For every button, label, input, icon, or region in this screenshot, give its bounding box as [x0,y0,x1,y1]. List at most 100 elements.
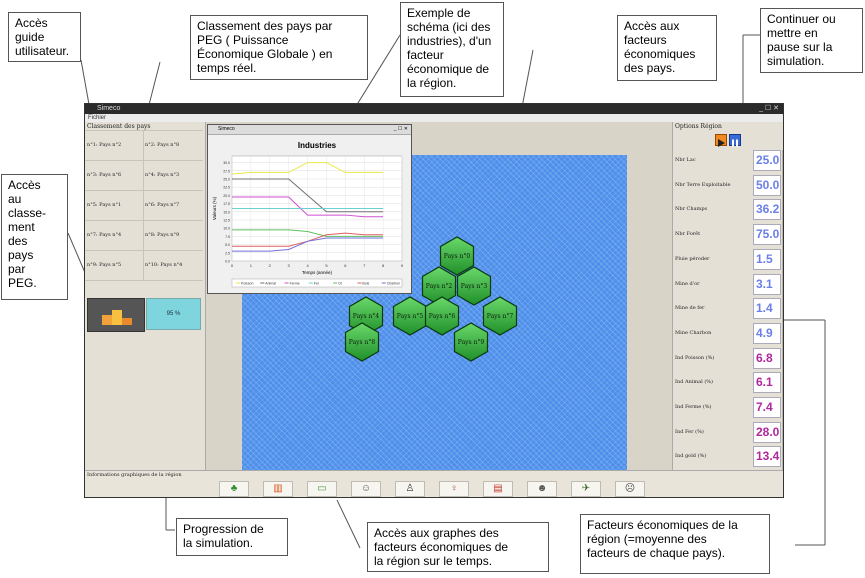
factor-row: Ind Animal (%) 6.1 [673,371,783,395]
factor-label: Ind gold (%) [675,453,707,460]
industries-line-chart: Industries0.02.55.07.510.012.515.017.520… [212,141,404,288]
country-label: Pays n°2 [426,283,453,290]
industries-chart-window[interactable]: Simeco _ ☐ ✕ Industries 0.0 2.5 5.0 7.5 10.0 1… [207,124,412,294]
chart-ytick-label: 15.0 [223,210,230,214]
app-window: Simeco _ ☐ ✕ Fichier Classement des pays… [84,103,784,498]
factor-label: Pluie péroder [675,255,710,262]
ranking-divider [85,250,203,251]
factor-value: 25.0 [753,150,781,171]
graph-button[interactable]: ▥ [263,481,293,497]
factor-row: Ind gold (%) 13.4 [673,445,783,469]
tree-icon: ♣ [230,483,238,494]
ranking-item: n°5: Pays n°1 [87,202,122,208]
graph-button[interactable]: ▤ [483,481,513,497]
country-label: Pays n°8 [349,339,376,346]
factor-row: Nbr Lac 25.0 [673,149,783,173]
factors-panel: Options Région Nbr Lac 25.0 Nbr Terre Expl… [672,122,783,470]
chart-ytick-label: 7.5 [225,235,230,239]
chart-xtick-label: 9 [401,263,404,268]
menu-file[interactable]: Fichier [85,115,106,121]
factors-scrollbar[interactable] [782,150,783,470]
callout-facteurs-region: Facteurs économiques de la région (=moye… [580,514,770,574]
chart-ytick-label: 25.0 [223,177,230,181]
country-label: Pays n°7 [487,313,514,320]
ranking-divider [143,130,144,280]
helicopter-icon: ✈ [581,483,591,494]
chart-xtick-label: 3 [288,263,291,268]
graph-button[interactable]: ✈ [571,481,601,497]
chart-xtick-label: 7 [363,263,366,268]
graph-button[interactable]: ♙ [395,481,425,497]
factor-label: Ind Animal (%) [675,379,713,386]
factor-value: 7.4 [753,397,781,418]
graph-button[interactable]: ☺ [351,481,381,497]
pause-icon [732,139,738,147]
factor-row: Mine Charbon 4.9 [673,322,783,346]
ranking-panel: Classement des pays n°1: Pays n°2 n°2: Pa… [85,122,206,470]
window-controls[interactable]: _ ☐ ✕ [759,104,779,114]
play-button[interactable] [715,134,727,147]
ranking-divider [85,280,203,281]
family-icon: ♙ [405,483,415,494]
graph-button[interactable]: ♀ [439,481,469,497]
factor-label: Nbr Forêt [675,231,701,238]
chart-legend-label: Bois [362,282,369,286]
face-icon: ☹ [624,483,636,494]
factor-value: 6.8 [753,347,781,369]
ranking-item: n°9: Pays n°5 [87,262,122,268]
factor-label: Mine d'or [675,280,700,287]
people-icon: ☺ [360,483,372,494]
country-label: Pays n°5 [397,313,424,320]
play-icon [718,139,725,147]
chart-ytick-label: 12.5 [223,218,230,222]
chart-ytick-label: 5.0 [225,243,230,247]
ranking-item: n°10: Pays n°4 [145,262,183,268]
callout-acces-facteurs: Accès aux facteurs économiques des pays. [617,15,717,81]
chart-ylabel: Valeurs (%) [212,196,217,220]
bottom-toolbar: Informations graphiques de la région ♣ ▥ ▭… [85,470,783,497]
chart-legend-label: Charbon [387,282,400,286]
window-titlebar: Simeco _ ☐ ✕ [85,104,783,114]
graph-button[interactable]: ♣ [219,481,249,497]
pause-button[interactable] [729,134,741,147]
factor-row: Ind Fer (%) 28.0 [673,421,783,445]
factor-value: 36.2 [753,199,781,221]
menu-bar: Fichier [85,114,783,122]
factory-icon: ▥ [273,483,283,494]
bottom-info-label: Informations graphiques de la région [87,472,182,478]
ranking-button[interactable] [87,298,145,332]
country-label: Pays n°3 [461,283,488,290]
podium-icon [102,310,132,325]
callout-progression: Progression de la simulation. [176,518,288,556]
money-icon: ▭ [317,483,327,494]
chart-xtick-label: 0 [231,263,234,268]
ranking-item: n°4: Pays n°3 [145,172,180,178]
factor-row: Mine de fer 1.4 [673,297,783,321]
graph-button[interactable]: ▭ [307,481,337,497]
factor-row: Ind Ferme (%) 7.4 [673,396,783,420]
chart-window-controls[interactable]: _ ☐ ✕ [394,125,408,134]
factor-value: 1.5 [753,248,781,270]
graph-button[interactable]: ☻ [527,481,557,497]
factor-label: Nbr Lac [675,157,696,163]
country-label: Pays n°4 [353,313,380,320]
factor-value: 6.1 [753,372,781,394]
factor-value: 75.0 [753,224,781,246]
chart-legend-label: Fer [314,282,320,286]
graph-button[interactable]: ☹ [615,481,645,497]
factor-row: Pluie péroder 1.5 [673,248,783,272]
chart-xtick-label: 5 [325,263,328,268]
callout-continuer: Continuer ou mettre en pause sur la simu… [760,8,863,73]
factor-value: 4.9 [753,322,781,344]
country-label: Pays n°6 [429,313,456,320]
ranking-item: n°2: Pays n°8 [145,142,180,148]
ranking-divider [85,160,203,161]
chart-window-title: Simeco [218,126,235,132]
callout-guide: Accès guide utilisateur. [8,12,81,62]
chart-legend-label: Ferme [290,282,300,286]
factor-row: Nbr Terre Exploitable 50.0 [673,174,783,198]
chart-ytick-label: 17.5 [223,202,230,206]
chart-ytick-label: 30.0 [223,161,230,165]
factor-label: Nbr Champs [675,206,708,213]
factor-row: Nbr Champs 36.2 [673,198,783,222]
